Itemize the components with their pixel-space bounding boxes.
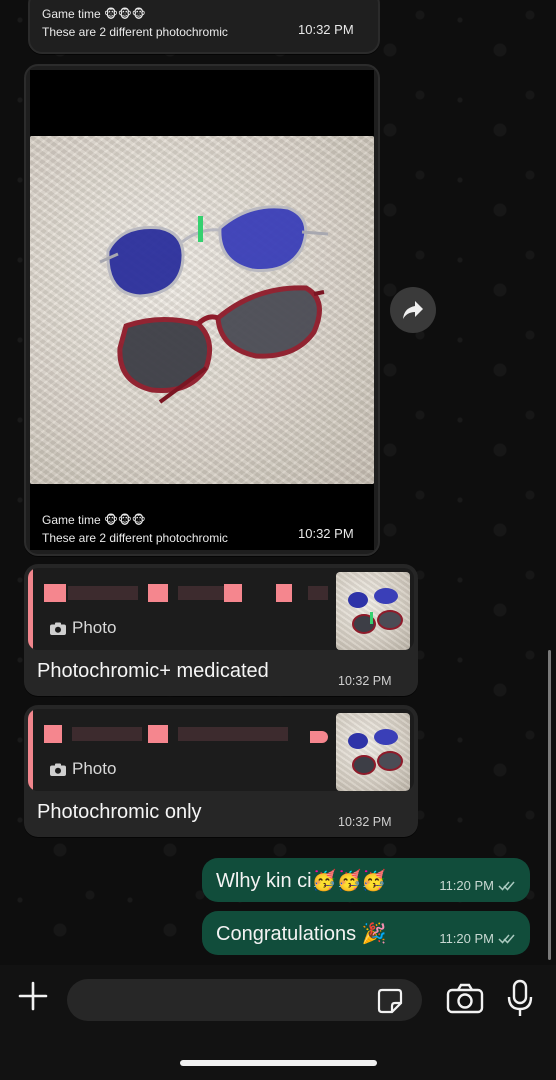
quoted-photo-label: Photo [50,759,116,779]
forward-icon [403,301,423,319]
home-indicator[interactable] [180,1060,377,1066]
message-composer [0,965,556,1080]
message-caption-title: Game time 🐵🐵🐵 [42,7,146,21]
voice-message-button[interactable] [505,979,535,1019]
photo-caption-title: Game time 🐵🐵🐵 [42,513,146,527]
sunglasses-photo[interactable] [30,136,374,484]
message-time: 10:32 PM [298,22,354,37]
redacted-name [178,586,228,600]
outgoing-message-meta-1: 11:20 PM [439,878,516,893]
photo-letterbox-top [30,70,374,136]
quoted-photo-thumbnail [336,713,410,791]
outgoing-message-time-2: 11:20 PM [439,931,494,946]
camera-button[interactable] [445,983,485,1017]
outgoing-message-bubble-1[interactable]: Wlhy kin ci🥳🥳🥳 11:20 PM [202,858,530,902]
quote-accent-bar [28,568,33,650]
quoted-photo-label: Photo [50,618,116,638]
reply-message-time-2: 10:32 PM [338,815,392,829]
redacted-name [148,725,168,743]
quoted-photo-thumbnail [336,572,410,650]
plus-icon [18,981,48,1011]
redacted-name [72,727,142,741]
message-input[interactable] [67,979,422,1021]
forward-button[interactable] [390,287,436,333]
quoted-message-1[interactable]: Photo [28,568,414,650]
outgoing-message-meta-2: 11:20 PM [439,931,516,946]
read-receipt-icon [498,881,515,891]
reply-message-time-1: 10:32 PM [338,674,392,688]
photo-message-time: 10:32 PM [298,526,354,541]
redacted-name [148,584,168,602]
redacted-name [310,731,328,743]
outgoing-message-text-2: Congratulations 🎉 [216,923,387,945]
sunglasses-thumbnail [348,729,403,775]
reply-message-text-1: Photochromic+ medicated [37,660,269,682]
redacted-name [178,727,288,741]
reply-message-text-2: Photochromic only [37,801,202,823]
redacted-name [68,586,138,600]
camera-small-icon [50,622,66,635]
photo-caption-line: These are 2 different photochromic [42,531,228,545]
message-bubble-top[interactable]: Game time 🐵🐵🐵 These are 2 different phot… [28,0,380,54]
mic-icon [507,979,533,1016]
reply-message-bubble-1[interactable]: Photo Photochromic+ medicated 10:32 PM [24,564,418,696]
quoted-type-text: Photo [72,759,117,778]
attach-button[interactable] [16,979,50,1013]
camera-icon [446,983,484,1014]
sunglasses-thumbnail [348,588,403,634]
outgoing-message-time-1: 11:20 PM [439,878,494,893]
sticker-button[interactable] [376,987,404,1015]
redacted-name [44,725,62,743]
redacted-name [44,584,66,602]
sunglasses-image [99,205,329,404]
redacted-name [224,584,242,602]
photo-message-bubble[interactable]: Game time 🐵🐵🐵 These are 2 different phot… [24,64,380,556]
quoted-type-text: Photo [72,618,117,637]
chat-scrollbar[interactable] [548,650,551,960]
redacted-name [308,586,328,600]
outgoing-message-bubble-2[interactable]: Congratulations 🎉 11:20 PM [202,911,530,955]
quote-accent-bar [28,709,33,791]
redacted-name [276,584,292,602]
camera-small-icon [50,763,66,776]
sticker-icon [377,988,403,1014]
read-receipt-icon [498,934,515,944]
quoted-message-2[interactable]: Photo [28,709,414,791]
reply-message-bubble-2[interactable]: Photo Photochromic only 10:32 PM [24,705,418,837]
message-caption-line: These are 2 different photochromic [42,25,228,39]
outgoing-message-text-1: Wlhy kin ci🥳🥳🥳 [216,870,387,892]
